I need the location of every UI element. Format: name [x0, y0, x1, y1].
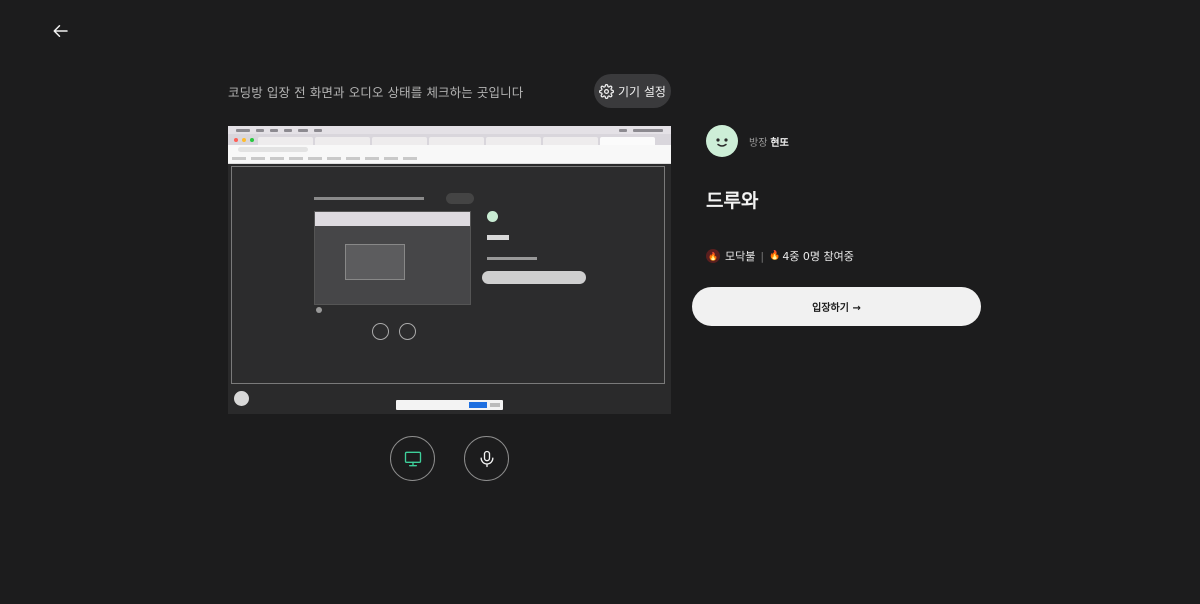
- host-prefix: 방장: [749, 138, 768, 149]
- back-button[interactable]: [48, 20, 74, 42]
- preview-bookmarks-bar: [228, 154, 671, 164]
- campfire-icon: 🔥: [706, 249, 720, 263]
- participants-count: 4중 0명 참여중: [782, 250, 854, 263]
- gear-icon: [599, 83, 614, 99]
- room-status: 🔥 모닥불 | 🔥 4중 0명 참여중: [706, 248, 854, 264]
- device-settings-button[interactable]: 기기 설정: [594, 74, 671, 108]
- device-settings-label: 기기 설정: [618, 84, 666, 99]
- preview-share-notice: [396, 400, 503, 410]
- host-info: 방장 현또: [749, 134, 789, 149]
- enter-room-button[interactable]: 입장하기 →: [692, 287, 981, 326]
- monitor-icon: [404, 451, 421, 466]
- preview-mac-menubar: [228, 126, 671, 134]
- preview-tab-bar: [228, 134, 671, 145]
- fire-icon: 🔥: [769, 251, 781, 261]
- preview-url-bar: [228, 145, 671, 154]
- status-divider: |: [760, 249, 765, 263]
- microphone-icon: [480, 450, 493, 467]
- microphone-toggle-button[interactable]: [464, 436, 509, 481]
- room-fire-label: 모닥불: [725, 250, 756, 263]
- arrow-left-icon: [53, 25, 68, 37]
- screen-share-preview: [228, 126, 671, 414]
- preview-inner-screen: [231, 166, 665, 384]
- smiley-face-icon: [716, 138, 728, 147]
- host-name: 현또: [770, 138, 789, 149]
- host-avatar: [706, 125, 738, 157]
- preview-gear-icon: [234, 391, 249, 406]
- screen-share-toggle-button[interactable]: [390, 436, 435, 481]
- room-title: 드루와: [706, 190, 759, 212]
- page-subtitle: 코딩방 입장 전 화면과 오디오 상태를 체크하는 곳입니다: [228, 85, 524, 100]
